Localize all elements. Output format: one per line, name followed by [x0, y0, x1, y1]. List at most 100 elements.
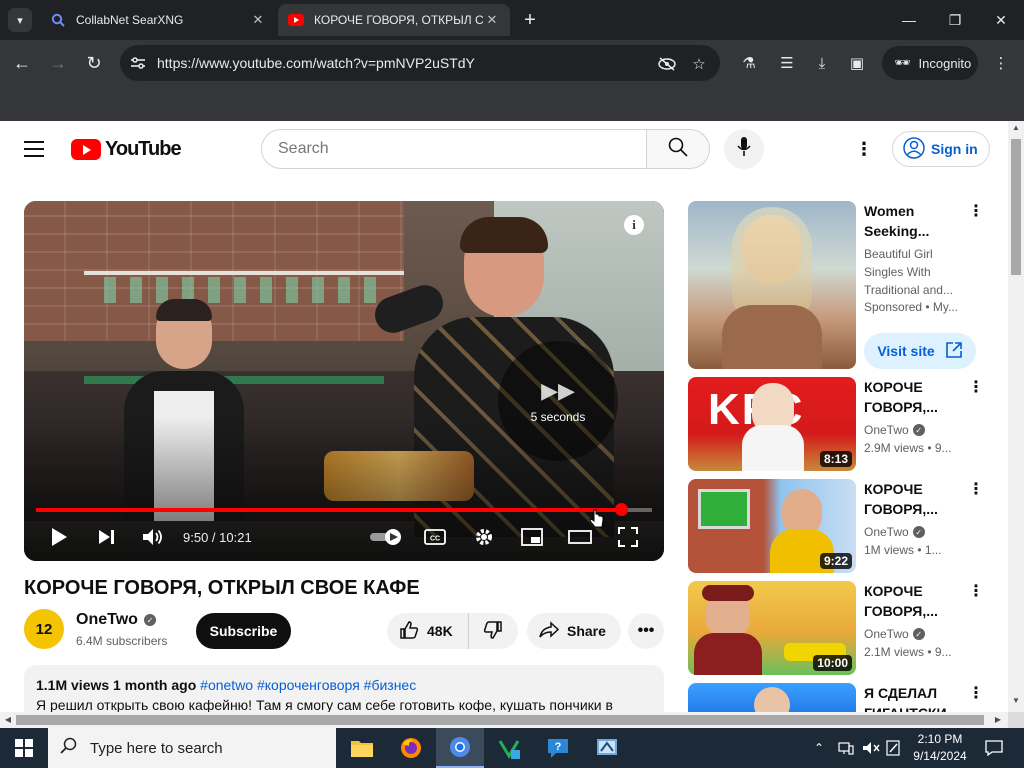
chrome-icon[interactable]: [436, 728, 484, 768]
start-button[interactable]: [0, 728, 48, 768]
search-input[interactable]: Search: [261, 129, 647, 169]
vscode-icon[interactable]: [485, 728, 533, 768]
settings-gear-icon[interactable]: [471, 524, 497, 550]
video-more-icon[interactable]: ⋮: [966, 581, 986, 605]
autoplay-next-countdown[interactable]: ▶▶ 5 seconds: [498, 341, 618, 461]
tray-chevron-up-icon[interactable]: ⌃: [814, 728, 834, 768]
channel-avatar[interactable]: 12: [24, 609, 64, 649]
video-title-link[interactable]: КОРОЧЕ ГОВОРЯ,...: [864, 377, 964, 417]
file-explorer-icon[interactable]: [338, 728, 386, 768]
tab-search-button[interactable]: ▾: [8, 8, 32, 32]
next-icon[interactable]: [93, 524, 119, 550]
dislike-button[interactable]: [469, 613, 517, 649]
new-tab-button[interactable]: +: [518, 8, 542, 32]
network-icon[interactable]: [838, 728, 858, 768]
fullscreen-icon[interactable]: [615, 524, 641, 550]
external-link-icon: [945, 341, 963, 362]
reload-icon[interactable]: ↻: [82, 51, 106, 75]
volume-muted-icon[interactable]: [862, 728, 882, 768]
incognito-indicator[interactable]: 🕶 Incognito: [882, 46, 978, 80]
eye-off-icon[interactable]: [656, 53, 678, 75]
more-actions-button[interactable]: •••: [628, 613, 664, 649]
video-channel[interactable]: OneTwo ✓: [864, 423, 925, 437]
taskbar-search-input[interactable]: Type here to search: [48, 728, 336, 768]
subscriber-count: 6.4M subscribers: [76, 634, 168, 648]
visit-site-button[interactable]: Visit site: [864, 333, 976, 369]
scroll-up-icon[interactable]: ▲: [1008, 123, 1024, 137]
video-title-link[interactable]: КОРОЧЕ ГОВОРЯ,...: [864, 479, 964, 519]
ad-more-icon[interactable]: ⋮: [966, 201, 986, 225]
vertical-scrollbar[interactable]: ▲ ▼: [1008, 121, 1024, 712]
scroll-left-icon[interactable]: ◀: [1, 712, 15, 728]
ad-thumbnail[interactable]: [688, 201, 856, 369]
sidebar-video-item[interactable]: 9:22 КОРОЧЕ ГОВОРЯ,... OneTwo ✓ 1M views…: [688, 479, 998, 573]
share-button[interactable]: Share: [527, 613, 621, 649]
close-tab-icon[interactable]: ✕: [484, 12, 500, 28]
sidebar-video-item[interactable]: 10:00 КОРОЧЕ ГОВОРЯ,... OneTwo ✓ 2.1M vi…: [688, 581, 998, 675]
notifications-icon[interactable]: [982, 728, 1006, 768]
sidebar-video-item[interactable]: KFC 8:13 КОРОЧЕ ГОВОРЯ,... OneTwo ✓ 2.9M…: [688, 377, 998, 471]
scroll-right-icon[interactable]: ▶: [991, 712, 1005, 728]
video-thumbnail[interactable]: KFC 8:13: [688, 377, 856, 471]
labs-flask-icon[interactable]: ⚗: [738, 52, 760, 74]
countdown-text: 5 seconds: [530, 410, 586, 424]
miniplayer-icon[interactable]: [519, 524, 545, 550]
video-channel[interactable]: OneTwo ✓: [864, 627, 925, 641]
video-thumbnail[interactable]: 10:00: [688, 581, 856, 675]
description-box[interactable]: 1.1M views 1 month ago #onetwo #короченг…: [24, 665, 664, 712]
download-icon[interactable]: ⤓: [811, 52, 833, 74]
subscribe-button[interactable]: Subscribe: [196, 613, 291, 649]
close-tab-icon[interactable]: ✕: [250, 12, 266, 28]
tab-youtube[interactable]: КОРОЧЕ ГОВОРЯ, ОТКРЫЛ СВ ✕: [278, 4, 510, 36]
sign-in-button[interactable]: Sign in: [892, 131, 990, 167]
video-channel[interactable]: OneTwo ✓: [864, 525, 925, 539]
play-icon[interactable]: [46, 524, 72, 550]
video-title-link[interactable]: КОРОЧЕ ГОВОРЯ,...: [864, 581, 964, 621]
channel-name-link[interactable]: OneTwo ✓: [76, 611, 156, 629]
minimize-icon[interactable]: —: [897, 8, 921, 32]
side-panel-icon[interactable]: ▣: [846, 52, 868, 74]
hashtags[interactable]: #onetwo #короченговоря #бизнес: [200, 677, 416, 693]
video-more-icon[interactable]: ⋮: [966, 479, 986, 503]
video-more-icon[interactable]: ⋮: [966, 377, 986, 401]
horizontal-scrollbar[interactable]: ◀ ▶: [0, 712, 1008, 728]
scroll-down-icon[interactable]: ▼: [1008, 696, 1024, 710]
back-icon[interactable]: ←: [10, 51, 34, 75]
share-arrow-icon: [539, 620, 560, 642]
tab-searxng[interactable]: CollabNet SearXNG ✕: [40, 4, 276, 36]
search-button[interactable]: [646, 129, 710, 169]
address-bar[interactable]: https://www.youtube.com/watch?v=pmNVP2uS…: [120, 45, 720, 81]
ad-title[interactable]: Women Seeking...: [864, 201, 964, 241]
like-button[interactable]: 48K: [387, 613, 469, 649]
autoplay-toggle[interactable]: [368, 524, 404, 550]
forward-icon[interactable]: →: [46, 51, 70, 75]
system-clock[interactable]: 2:10 PM 9/14/2024: [900, 731, 980, 765]
video-thumbnail[interactable]: [688, 683, 856, 712]
guide-menu-icon[interactable]: [24, 137, 48, 161]
sidebar-video-item[interactable]: Я СДЕЛАЛ ГИГАНТСКИ... ⋮: [688, 683, 998, 712]
video-player[interactable]: i ▶▶ 5 seconds 9:50 / 10:21 CC: [24, 201, 664, 561]
youtube-logo[interactable]: YouTube: [71, 137, 182, 161]
scrollbar-thumb[interactable]: [16, 715, 984, 725]
progress-bar[interactable]: [36, 503, 652, 516]
settings-more-icon[interactable]: ⋮: [852, 137, 876, 161]
video-title-link[interactable]: Я СДЕЛАЛ ГИГАНТСКИ...: [864, 683, 964, 712]
browser-menu-icon[interactable]: ⋮: [990, 52, 1012, 74]
captions-icon[interactable]: CC: [422, 524, 448, 550]
restore-icon[interactable]: ❐: [943, 8, 967, 32]
site-info-icon[interactable]: [128, 53, 148, 73]
video-thumbnail[interactable]: 9:22: [688, 479, 856, 573]
remote-desktop-icon[interactable]: [583, 728, 631, 768]
help-app-icon[interactable]: ?: [534, 728, 582, 768]
info-icon[interactable]: i: [624, 215, 644, 235]
voice-search-button[interactable]: [724, 129, 764, 169]
sidebar-ad-item[interactable]: Women Seeking... Beautiful Girl Singles …: [688, 201, 998, 371]
firefox-icon[interactable]: [387, 728, 435, 768]
video-more-icon[interactable]: ⋮: [966, 683, 986, 707]
close-window-icon[interactable]: ✕: [989, 8, 1013, 32]
media-queue-icon[interactable]: ☰: [776, 52, 798, 74]
bookmark-star-icon[interactable]: ☆: [688, 53, 710, 75]
scrollbar-thumb[interactable]: [1011, 139, 1021, 275]
volume-icon[interactable]: [140, 524, 166, 550]
video-views: 2.9M views • 9...: [864, 441, 952, 455]
